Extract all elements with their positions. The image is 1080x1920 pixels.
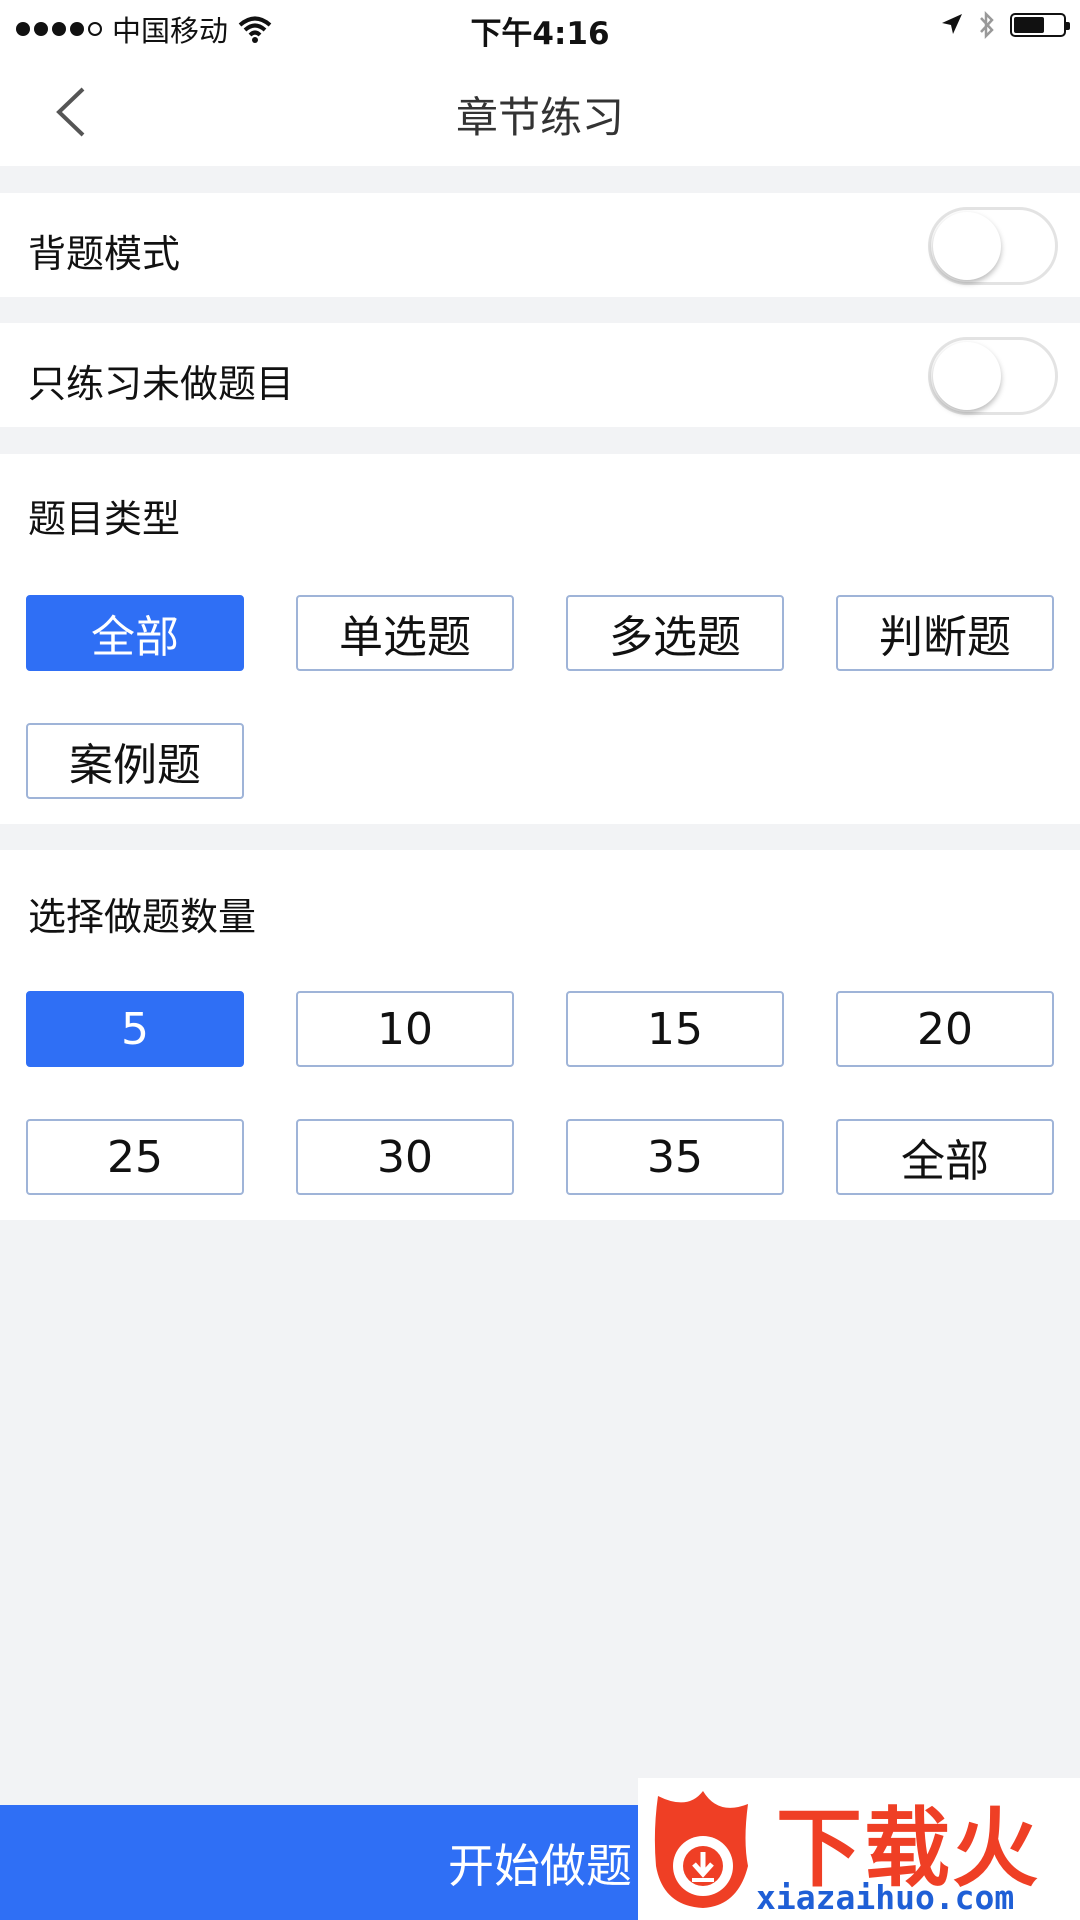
type-option-single-choice[interactable]: 单选题: [296, 595, 514, 671]
type-option-true-false[interactable]: 判断题: [836, 595, 1054, 671]
count-option-35[interactable]: 35: [566, 1119, 784, 1195]
count-option-20[interactable]: 20: [836, 991, 1054, 1067]
watermark: 下载火 xiazaihuo.com: [638, 1778, 1080, 1920]
page-title: 章节练习: [455, 93, 624, 142]
type-option-case-study[interactable]: 案例题: [26, 723, 244, 799]
undone-only-toggle[interactable]: [928, 337, 1058, 415]
setting-row-undone-only: 只练习未做题目: [0, 323, 1080, 427]
question-count-title: 选择做题数量: [28, 895, 257, 939]
count-option-5[interactable]: 5: [26, 991, 244, 1067]
setting-row-recite-mode: 背题模式: [0, 193, 1080, 297]
count-option-25[interactable]: 25: [26, 1119, 244, 1195]
undone-only-label: 只练习未做题目: [28, 362, 295, 406]
status-time: 下午4:16: [470, 16, 610, 52]
question-count-section: 选择做题数量 5 10 15 20 25 30 35 全部: [0, 850, 1080, 1220]
count-option-15[interactable]: 15: [566, 991, 784, 1067]
question-type-title: 题目类型: [28, 497, 181, 541]
recite-mode-toggle[interactable]: [928, 207, 1058, 285]
count-option-10[interactable]: 10: [296, 991, 514, 1067]
count-option-all[interactable]: 全部: [836, 1119, 1054, 1195]
location-arrow-icon: [942, 14, 962, 34]
type-option-multiple-choice[interactable]: 多选题: [566, 595, 784, 671]
status-right: [940, 10, 1070, 40]
toggle-knob: [933, 342, 1001, 410]
watermark-url: xiazaihuo.com: [756, 1878, 1015, 1917]
battery-icon: [1010, 13, 1070, 37]
bluetooth-icon: [980, 10, 994, 40]
recite-mode-label: 背题模式: [28, 232, 181, 276]
flame-logo-icon: [654, 1791, 748, 1908]
start-practice-label: 开始做题: [448, 1838, 632, 1893]
count-option-30[interactable]: 30: [296, 1119, 514, 1195]
question-type-section: 题目类型 全部 单选题 多选题 判断题 案例题: [0, 454, 1080, 824]
toggle-knob: [933, 212, 1001, 280]
type-option-all[interactable]: 全部: [26, 595, 244, 671]
navigation-bar: 章节练习: [0, 54, 1080, 166]
status-bar: 中国移动 下午4:16: [0, 0, 1080, 54]
